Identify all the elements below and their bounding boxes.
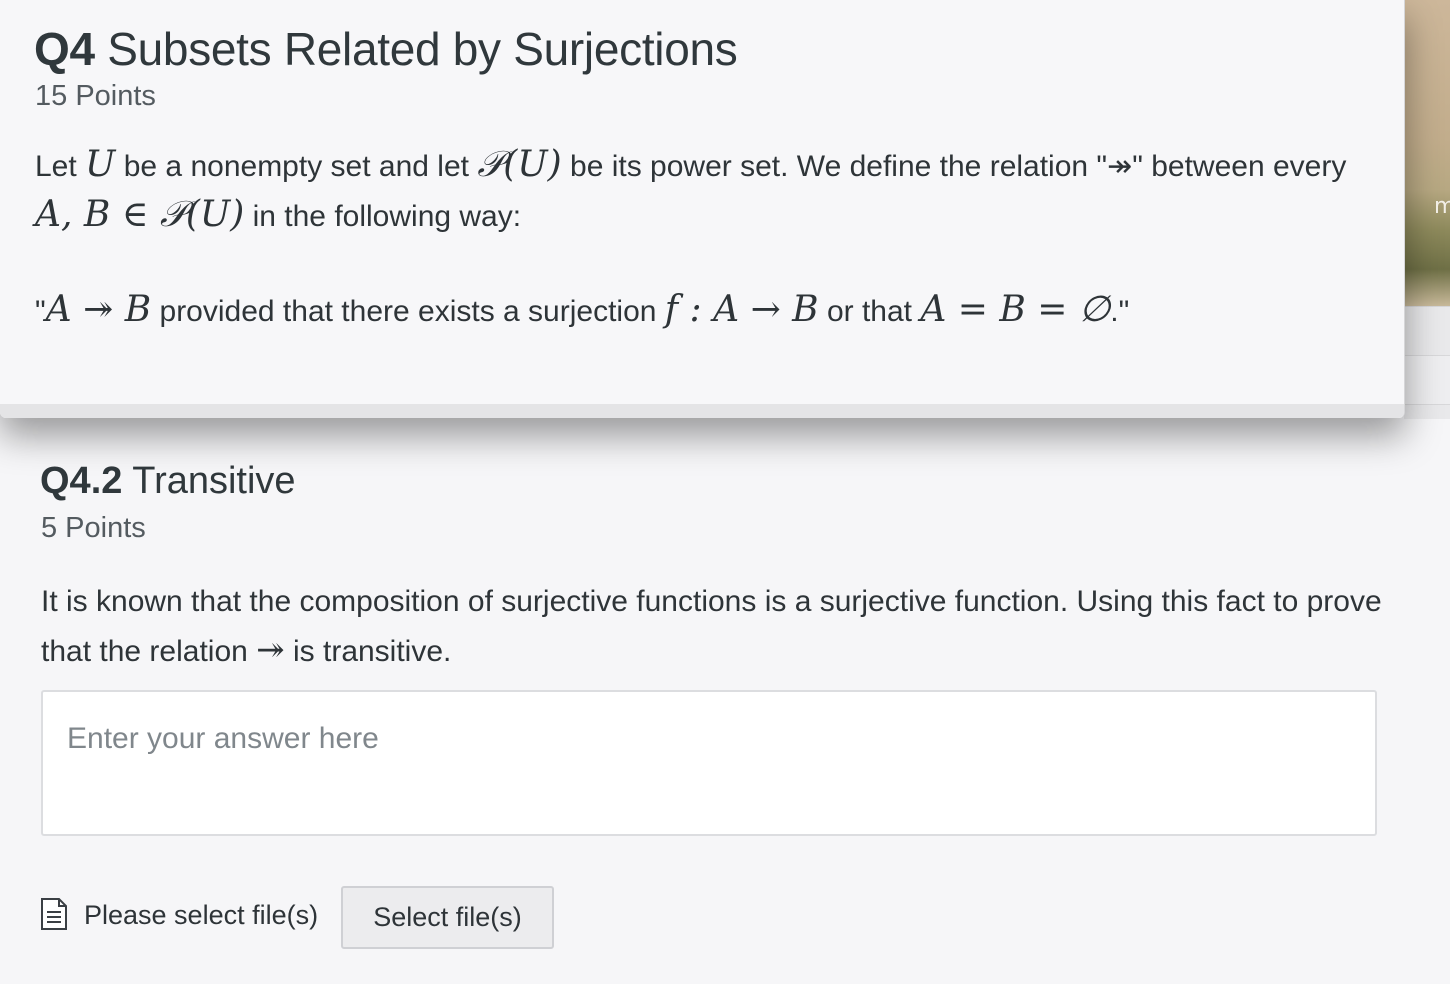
subquestion-body-text-2: is transitive. xyxy=(284,635,452,668)
background-field xyxy=(1404,355,1450,405)
popup-footer xyxy=(0,404,1404,418)
answer-placeholder: Enter your answer here xyxy=(67,722,379,755)
subquestion-body: It is known that the composition of surj… xyxy=(41,578,1401,676)
math-a-b-in-power-set: A, B ∈ 𝒫(U) xyxy=(35,194,245,235)
question-body-text-1: Let xyxy=(35,150,86,183)
subquestion-body-text-1: It is known that the composition of surj… xyxy=(41,585,1382,668)
select-files-button[interactable]: Select file(s) xyxy=(341,886,554,949)
subquestion-heading: Q4.2 Transitive xyxy=(40,460,296,503)
background-image: m xyxy=(1404,0,1450,306)
subquestion-title: Transitive xyxy=(132,460,296,502)
question-body-text-3: be its power set. We define the relation… xyxy=(561,150,1347,183)
question-body-text-4: in the following way: xyxy=(244,200,522,233)
file-icon xyxy=(41,898,67,930)
question-definition: "A ↠ B provided that there exists a surj… xyxy=(35,286,1375,336)
answer-textarea[interactable]: Enter your answer here xyxy=(41,690,1377,836)
definition-close-quote: ." xyxy=(1110,295,1130,328)
relation-symbol: ↠ xyxy=(256,630,285,670)
question-heading: Q4 Subsets Related by Surjections xyxy=(34,22,738,76)
question-title: Subsets Related by Surjections xyxy=(107,23,738,75)
definition-open-quote: " xyxy=(35,295,46,328)
question-body: Let U be a nonempty set and let 𝒫(U) be … xyxy=(35,141,1375,241)
question-points: 15 Points xyxy=(35,80,156,112)
math-function: f : A → B xyxy=(664,289,819,330)
question-popup: Q4 Subsets Related by Surjections 15 Poi… xyxy=(0,0,1405,418)
math-relation: A ↠ B xyxy=(45,289,152,330)
subquestion-points: 5 Points xyxy=(41,512,146,544)
math-set-u: U xyxy=(85,144,116,185)
question-body-text-2: be a nonempty set and let xyxy=(115,150,478,183)
background-partial-text: m xyxy=(1434,194,1450,219)
math-power-set: 𝒫(U) xyxy=(477,144,562,185)
file-upload-label: Please select file(s) xyxy=(84,900,319,930)
math-empty-equality: A = B = ∅ xyxy=(920,289,1111,330)
definition-text-2: or that xyxy=(818,295,921,328)
question-number: Q4 xyxy=(34,23,95,75)
background-panel xyxy=(1404,306,1450,419)
definition-text-1: provided that there exists a surjection xyxy=(151,295,665,328)
subquestion-number: Q4.2 xyxy=(40,460,123,502)
